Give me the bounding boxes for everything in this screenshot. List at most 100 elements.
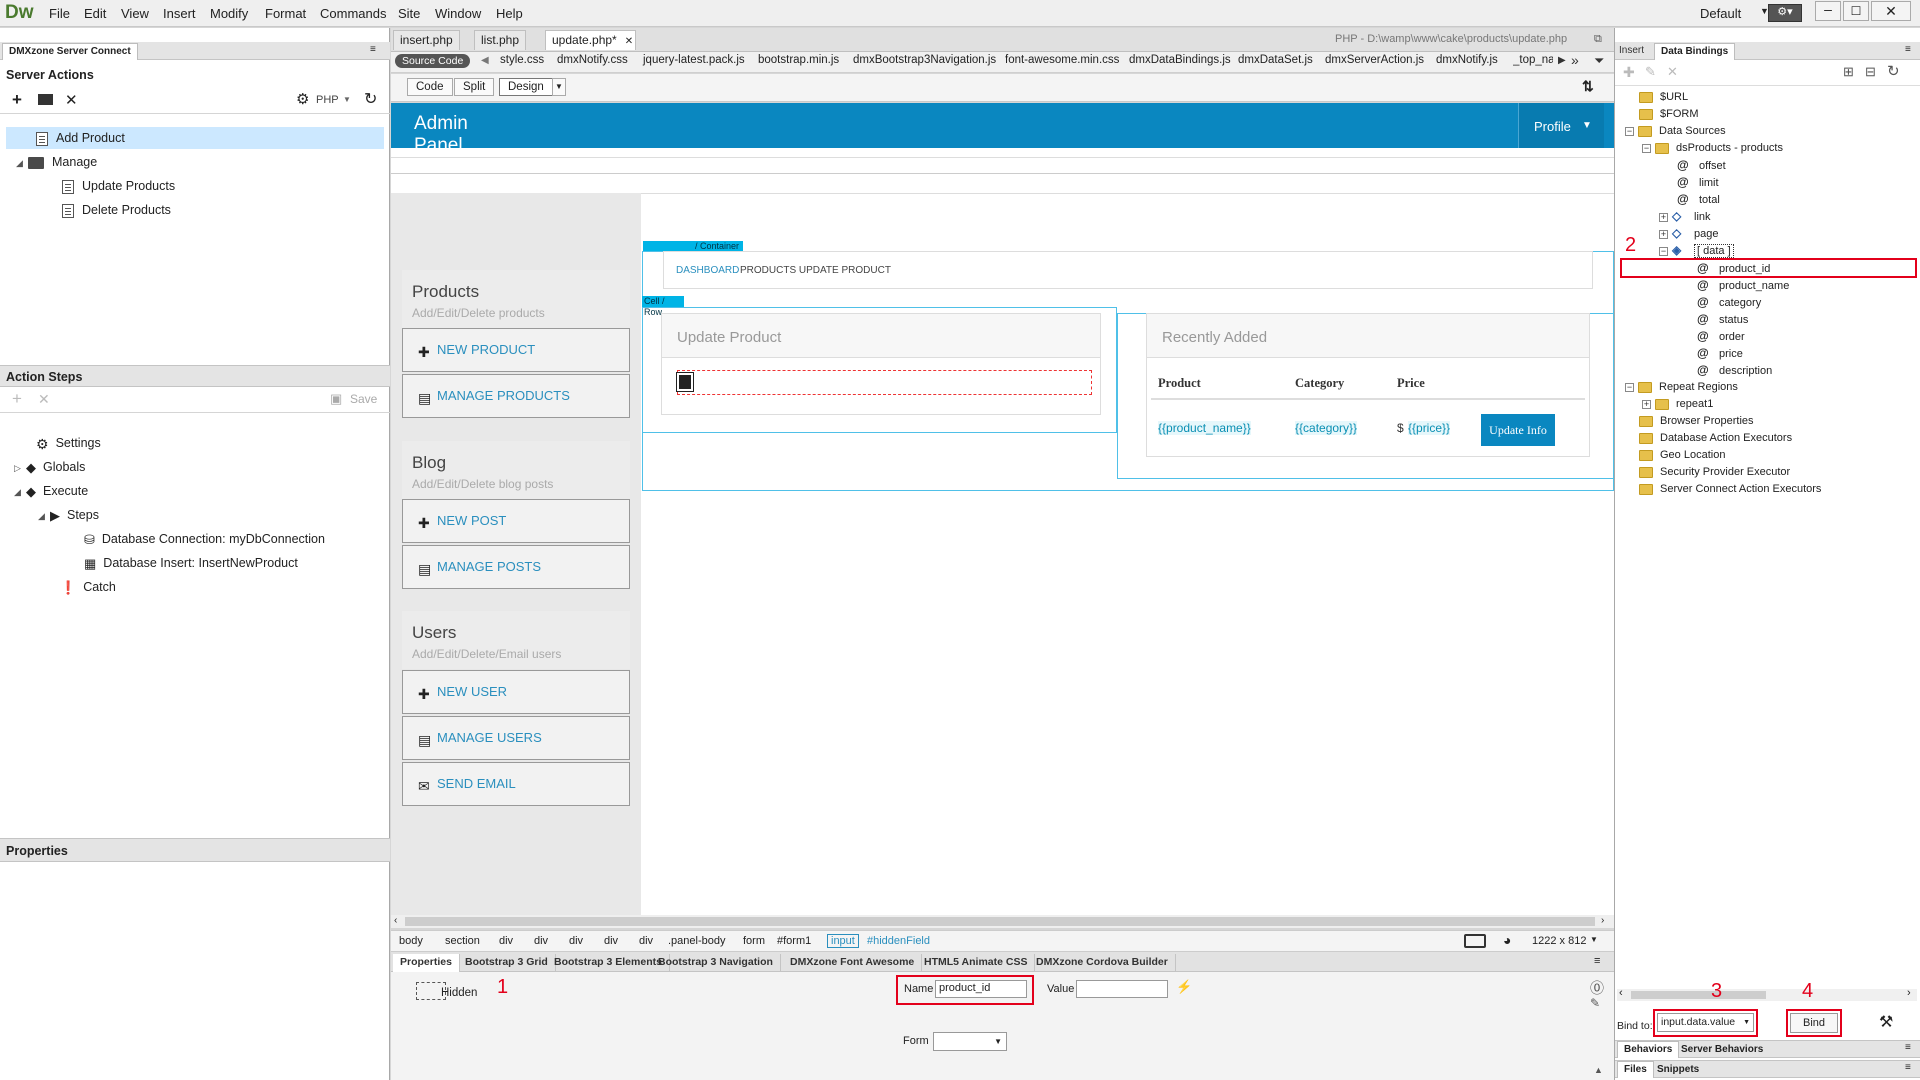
panel-menu-icon[interactable]: ≡ xyxy=(370,44,376,55)
scroll-right-icon[interactable]: ▶ xyxy=(1558,55,1566,66)
edit-icon[interactable]: ✎ xyxy=(1590,996,1600,1010)
menu-site[interactable]: Site xyxy=(398,6,420,21)
tab-snippets[interactable]: Snippets xyxy=(1657,1064,1699,1075)
binding-product-name[interactable]: @ product_name xyxy=(1697,277,1789,294)
collapse-icon[interactable]: − xyxy=(1659,246,1668,256)
menu-modify[interactable]: Modify xyxy=(210,6,248,21)
collapse-icon[interactable]: − xyxy=(1625,126,1634,136)
tab-bootstrap-grid[interactable]: Bootstrap 3 Grid xyxy=(458,954,556,972)
panel-menu-icon[interactable]: ≡ xyxy=(1905,1062,1911,1073)
new-post-button[interactable]: ✚ NEW POST xyxy=(402,499,630,543)
manage-products-button[interactable]: ▤ MANAGE PRODUCTS xyxy=(402,374,630,418)
restore-icon[interactable]: ⧉ xyxy=(1594,33,1602,46)
new-product-button[interactable]: ✚ NEW PRODUCT xyxy=(402,328,630,372)
binding-status[interactable]: @ status xyxy=(1697,311,1748,328)
device-preview-icon[interactable] xyxy=(1464,934,1486,948)
value-input[interactable] xyxy=(1076,980,1168,998)
tag-item[interactable]: .panel-body xyxy=(668,935,726,947)
tab-animate-css[interactable]: HTML5 Animate CSS xyxy=(917,954,1036,972)
expand-icon[interactable]: + xyxy=(1659,229,1668,239)
tab-list-php[interactable]: list.php xyxy=(474,30,527,50)
source-code-button[interactable]: Source Code xyxy=(395,54,471,68)
binding-data[interactable]: − ◈ [ data ] xyxy=(1659,242,1734,259)
binding-server-connect-action-executors[interactable]: Server Connect Action Executors xyxy=(1639,481,1821,498)
tag-item[interactable]: #hiddenField xyxy=(867,935,930,947)
binding-geo-location[interactable]: Geo Location xyxy=(1639,447,1725,464)
tab-bootstrap-navigation[interactable]: Bootstrap 3 Navigation xyxy=(651,954,781,972)
code-view-button[interactable]: Code xyxy=(407,78,453,96)
menu-view[interactable]: View xyxy=(121,6,149,21)
scroll-right-icon[interactable]: › xyxy=(1907,987,1911,999)
tab-insert-php[interactable]: insert.php xyxy=(393,30,460,50)
manage-posts-button[interactable]: ▤ MANAGE POSTS xyxy=(402,545,630,589)
tag-item[interactable]: #form1 xyxy=(777,935,811,947)
step-database-connection[interactable]: ⛁ Database Connection: myDbConnection xyxy=(84,528,325,550)
maximize-icon[interactable]: ☐ xyxy=(1843,1,1869,21)
binding-url[interactable]: $URL xyxy=(1639,89,1688,106)
tag-item[interactable]: body xyxy=(399,935,423,947)
design-view-button[interactable]: Design xyxy=(499,78,553,96)
tag-item[interactable]: form xyxy=(743,935,765,947)
action-update-products[interactable]: Update Products xyxy=(62,175,175,197)
binding-browser-properties[interactable]: Browser Properties xyxy=(1639,413,1754,430)
binding-total[interactable]: @ total xyxy=(1677,191,1720,208)
binding-repeat-regions[interactable]: − Repeat Regions xyxy=(1625,379,1738,396)
save-button[interactable]: Save xyxy=(350,392,377,406)
related-file[interactable]: bootstrap.min.js xyxy=(758,54,839,66)
collapse-icon[interactable]: − xyxy=(1625,382,1634,392)
panel-menu-icon[interactable]: ≡ xyxy=(1594,955,1600,967)
globe-icon[interactable]: ◕ xyxy=(1503,932,1511,948)
send-email-button[interactable]: ✉ SEND EMAIL xyxy=(402,762,630,806)
scrollbar-thumb[interactable] xyxy=(1631,991,1766,999)
related-file[interactable]: dmxBootstrap3Navigation.js xyxy=(853,54,996,66)
edit-binding-icon[interactable]: ✎ xyxy=(1645,64,1656,80)
folder-icon[interactable] xyxy=(38,94,53,105)
add-binding-icon[interactable]: ✚ xyxy=(1623,64,1635,81)
binding-data-sources[interactable]: − Data Sources xyxy=(1625,123,1726,140)
save-icon[interactable]: ▣ xyxy=(330,391,342,407)
form-select[interactable]: ▼ xyxy=(933,1032,1007,1051)
profile-dropdown[interactable]: Profile ▼ xyxy=(1518,103,1604,148)
window-size-chevron-icon[interactable]: ▼ xyxy=(1590,935,1598,944)
scroll-left-icon[interactable]: ‹ xyxy=(1619,987,1623,999)
panel-menu-icon[interactable]: ≡ xyxy=(1905,44,1911,55)
menu-commands[interactable]: Commands xyxy=(320,6,386,21)
lightning-icon[interactable]: ⚡ xyxy=(1176,979,1192,995)
step-steps[interactable]: ◢ ▶ Steps xyxy=(38,504,99,526)
breadcrumb-dashboard[interactable]: DASHBOARD xyxy=(676,265,739,276)
help-icon[interactable]: ⓪ xyxy=(1590,978,1604,998)
tag-item[interactable]: div xyxy=(499,935,513,947)
step-database-insert[interactable]: ▦ Database Insert: InsertNewProduct xyxy=(84,552,298,574)
collapse-all-icon[interactable]: ⊟ xyxy=(1865,64,1876,80)
tag-item[interactable]: div xyxy=(569,935,583,947)
related-file[interactable]: font-awesome.min.css xyxy=(1005,54,1119,66)
binding-order[interactable]: @ order xyxy=(1697,328,1745,345)
scroll-left-icon[interactable]: ◀ xyxy=(481,55,489,66)
container-label[interactable]: / Container xyxy=(643,241,743,251)
tab-data-bindings[interactable]: Data Bindings xyxy=(1654,43,1736,60)
tag-item[interactable]: div xyxy=(639,935,653,947)
step-catch[interactable]: ❗ Catch xyxy=(60,576,116,598)
binding-form[interactable]: $FORM xyxy=(1639,106,1699,123)
split-view-button[interactable]: Split xyxy=(454,78,495,96)
related-file[interactable]: dmxNotify.js xyxy=(1436,54,1498,66)
related-file[interactable]: style.css xyxy=(500,54,544,66)
tab-cordova-builder[interactable]: DMXzone Cordova Builder xyxy=(1029,954,1176,972)
collapse-arrow-icon[interactable]: ◢ xyxy=(38,505,50,527)
cell-row-label[interactable]: Cell / Row xyxy=(642,296,684,317)
related-file[interactable]: _top_na xyxy=(1513,54,1553,66)
php-selector[interactable]: PHP xyxy=(316,94,339,106)
scroll-right-icon[interactable]: › xyxy=(1601,915,1604,926)
related-file[interactable]: dmxNotify.css xyxy=(557,54,628,66)
delete-icon[interactable]: ✕ xyxy=(65,91,78,109)
binding-dsproducts[interactable]: − dsProducts - products xyxy=(1642,140,1783,157)
new-user-button[interactable]: ✚ NEW USER xyxy=(402,670,630,714)
related-file[interactable]: dmxServerAction.js xyxy=(1325,54,1424,66)
binding-limit[interactable]: @ limit xyxy=(1677,174,1719,191)
tag-item[interactable]: div xyxy=(604,935,618,947)
panel-menu-icon[interactable]: ≡ xyxy=(1905,1042,1911,1053)
related-file[interactable]: jquery-latest.pack.js xyxy=(643,54,745,66)
sync-settings-icon[interactable]: ⚙▾ xyxy=(1768,4,1802,22)
sort-icon[interactable]: ⇅ xyxy=(1582,78,1594,95)
more-files-icon[interactable]: » xyxy=(1571,52,1579,68)
